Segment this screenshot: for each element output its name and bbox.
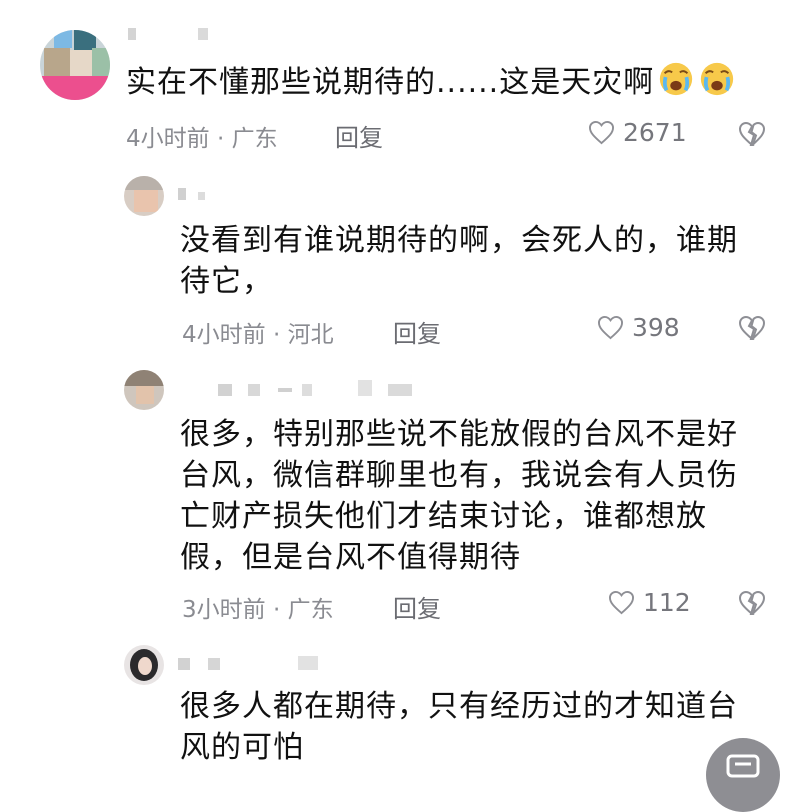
comment-input-button[interactable]	[706, 738, 780, 812]
comment-text: 没看到有谁说期待的啊，会死人的，谁期 待它，	[180, 223, 738, 299]
chat-bubble-icon	[726, 754, 760, 778]
comment-meta: 4小时前 · 河北	[182, 322, 334, 348]
comment-meta: 4小时前 · 广东	[126, 126, 278, 152]
comment-location: 广东	[287, 597, 334, 623]
comment-meta: 3小时前 · 广东	[182, 597, 334, 623]
like-count: 112	[643, 588, 691, 617]
comment-time: 4小时前	[126, 126, 210, 152]
broken-heart-icon[interactable]	[738, 590, 766, 616]
broken-heart-icon[interactable]	[738, 121, 766, 147]
comment-text: 很多人都在期待，只有经历过的才知道台 风的可怕	[180, 689, 738, 765]
like-count: 2671	[623, 118, 687, 147]
reply-button[interactable]: 回复	[335, 118, 383, 153]
like-button[interactable]: 398	[597, 313, 680, 342]
avatar[interactable]	[40, 30, 110, 100]
avatar[interactable]	[124, 176, 164, 216]
crying-face-emoji	[701, 62, 734, 96]
heart-icon	[597, 315, 624, 340]
like-button[interactable]: 2671	[588, 118, 687, 147]
avatar[interactable]	[124, 370, 164, 410]
avatar[interactable]	[124, 645, 164, 685]
like-button[interactable]: 112	[608, 588, 691, 617]
reply-button[interactable]: 回复	[393, 314, 441, 349]
crying-face-emoji	[660, 62, 693, 96]
heart-icon	[608, 590, 635, 615]
comment-text: 实在不懂那些说期待的......这是天灾啊	[126, 60, 736, 103]
broken-heart-icon[interactable]	[738, 315, 766, 341]
comment-text: 很多，特别那些说不能放假的台风不是好 台风，微信群聊里也有，我说会有人员伤 亡财…	[180, 417, 738, 575]
comment-time: 4小时前	[182, 322, 266, 348]
heart-icon	[588, 120, 615, 145]
reply-button[interactable]: 回复	[393, 589, 441, 624]
comment-location: 河北	[287, 322, 334, 348]
comment-time: 3小时前	[182, 597, 266, 623]
like-count: 398	[632, 313, 680, 342]
comment-location: 广东	[231, 126, 278, 152]
